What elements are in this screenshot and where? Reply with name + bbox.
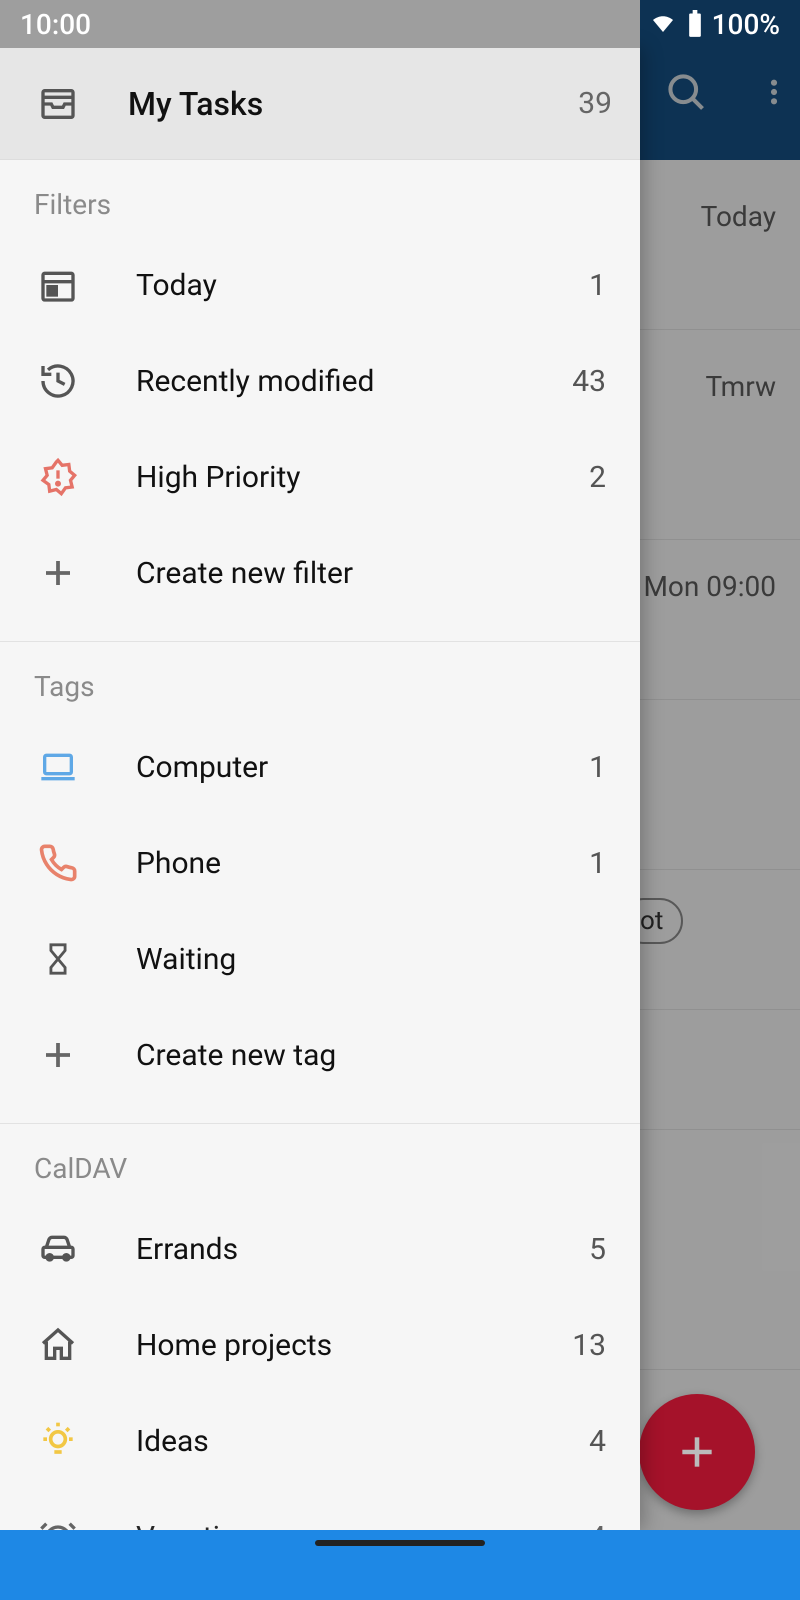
history-icon [28,361,88,401]
drawer-title-count: 39 [578,86,612,121]
tag-item-waiting[interactable]: Waiting [0,911,640,1007]
create-tag-button[interactable]: Create new tag [0,1007,640,1103]
tag-item-phone[interactable]: Phone 1 [0,815,640,911]
item-count: 13 [572,1328,612,1363]
item-label: Home projects [88,1328,572,1363]
section-header: Tags [0,642,640,719]
filter-item-today[interactable]: Today 1 [0,237,640,333]
alarm-icon [28,1517,88,1530]
tag-item-computer[interactable]: Computer 1 [0,719,640,815]
drawer-header-my-tasks[interactable]: My Tasks 39 [0,48,640,160]
battery-percent: 100% [712,8,780,41]
car-icon [28,1229,88,1269]
item-count: 4 [589,1424,612,1459]
create-filter-button[interactable]: Create new filter [0,525,640,621]
caldav-item-vacation[interactable]: Vacation 4 [0,1489,640,1530]
wifi-icon [648,12,678,36]
laptop-icon [28,747,88,787]
status-bar: 10:00 100% [0,0,800,48]
status-time: 10:00 [20,8,91,41]
item-label: High Priority [88,460,589,495]
caldav-item-home[interactable]: Home projects 13 [0,1297,640,1393]
item-label: Ideas [88,1424,589,1459]
item-count: 4 [589,1520,612,1531]
item-label: Today [88,268,589,303]
item-label: Waiting [88,942,612,977]
navigation-drawer: My Tasks 39 Filters Today 1 Recently mod… [0,48,640,1530]
nav-handle[interactable] [315,1540,485,1546]
add-task-fab[interactable] [639,1394,755,1510]
plus-icon [28,1037,88,1073]
drawer-title: My Tasks [88,85,578,123]
lightbulb-icon [28,1419,88,1463]
item-label: Errands [88,1232,589,1267]
caldav-item-ideas[interactable]: Ideas 4 [0,1393,640,1489]
section-header: Filters [0,160,640,237]
item-label: Computer [88,750,589,785]
phone-icon [28,843,88,883]
item-count: 1 [589,846,612,881]
priority-icon [28,457,88,497]
filter-item-recent[interactable]: Recently modified 43 [0,333,640,429]
item-label: Create new filter [88,556,612,591]
section-caldav: CalDAV Errands 5 Home projects 13 I [0,1124,640,1530]
android-nav-bar [0,1530,800,1600]
hourglass-icon [28,939,88,979]
item-label: Phone [88,846,589,881]
battery-icon [686,10,704,38]
section-header: CalDAV [0,1124,640,1201]
filter-item-priority[interactable]: High Priority 2 [0,429,640,525]
item-label: Recently modified [88,364,572,399]
item-label: Create new tag [88,1038,612,1073]
item-count: 1 [589,268,612,303]
inbox-icon [28,84,88,124]
item-count: 43 [572,364,612,399]
caldav-item-errands[interactable]: Errands 5 [0,1201,640,1297]
section-filters: Filters Today 1 Recently modified 43 [0,160,640,642]
item-count: 1 [589,750,612,785]
plus-icon [28,555,88,591]
item-count: 5 [589,1232,612,1267]
item-label: Vacation [88,1520,589,1531]
home-icon [28,1325,88,1365]
item-count: 2 [589,460,612,495]
section-tags: Tags Computer 1 Phone 1 Waiting [0,642,640,1124]
calendar-today-icon [28,265,88,305]
